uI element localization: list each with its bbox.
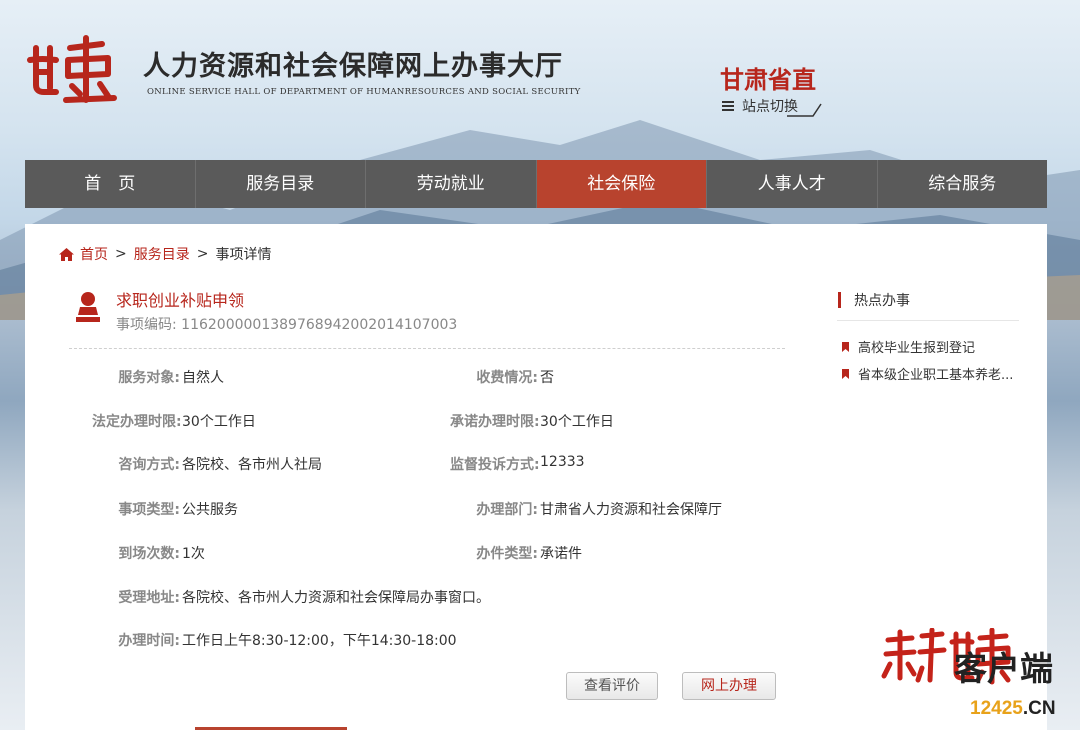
breadcrumb-catalog[interactable]: 服务目录 [134,244,190,264]
gansu-logo [27,35,117,103]
detail-label: 到场次数: [118,546,180,562]
watermark-site-number: 12425 [970,698,1023,719]
detail-service-target: 服务对象: 自然人 [92,367,224,387]
breadcrumb: 首页 > 服务目录 > 事项详情 [59,244,271,264]
switch-underline-icon [787,103,822,117]
site-title: 人力资源和社会保障网上办事大厅 [143,51,563,82]
detail-label: 受理地址: [118,590,180,606]
online-apply-button[interactable]: 网上办理 [682,672,776,700]
detail-label: 承诺办理时限: [450,414,540,430]
hot-item-label: 高校毕业生报到登记 [858,341,976,356]
person-stamp-icon [76,292,100,322]
detail-label: 法定办理时限: [92,414,182,430]
detail-value: 1次 [182,546,205,562]
item-title: 求职创业补贴申领 [116,291,245,310]
breadcrumb-current: 事项详情 [215,247,272,263]
detail-item-type: 事项类型: 公共服务 [92,499,238,519]
detail-label: 办理部门: [476,502,538,518]
home-icon [59,247,74,261]
hot-services-title: 热点办事 [838,290,910,310]
detail-address: 受理地址: 各院校、各市州人力资源和社会保障局办事窗口。 [92,587,490,607]
detail-complaint: 监督投诉方式: 12333 [450,454,585,474]
hot-item[interactable]: 高校毕业生报到登记 [842,337,975,356]
nav-general-services[interactable]: 综合服务 [878,160,1048,208]
detail-value: 公共服务 [182,502,238,518]
hot-divider [837,320,1019,321]
detail-label: 收费情况: [476,370,538,386]
main-nav: 首 页 服务目录 劳动就业 社会保险 人事人才 综合服务 [25,160,1047,208]
detail-label: 办理时间: [118,633,180,649]
detail-consult: 咨询方式: 各院校、各市州人社局 [92,454,322,474]
item-code: 事项编码: 1162000001389768942002014107003 [116,314,457,334]
detail-value: 30个工作日 [540,414,614,430]
nav-personnel[interactable]: 人事人才 [707,160,878,208]
detail-visits: 到场次数: 1次 [92,543,205,563]
divider [69,348,785,349]
nav-service-catalog[interactable]: 服务目录 [196,160,366,208]
detail-value: 甘肃省人力资源和社会保障厅 [540,502,722,518]
detail-label: 咨询方式: [118,457,180,473]
item-code-label: 事项编码: [116,317,177,333]
bookmark-icon [842,341,849,352]
detail-value: 承诺件 [540,546,582,562]
detail-value: 否 [540,370,554,386]
region-name: 甘肃省直 [720,66,816,94]
nav-home[interactable]: 首 页 [25,160,196,208]
detail-legal-time: 法定办理时限: 30个工作日 [92,411,256,431]
detail-value: 12333 [540,454,585,470]
detail-department: 办理部门: 甘肃省人力资源和社会保障厅 [450,499,722,519]
detail-doc-type: 办件类型: 承诺件 [450,543,582,563]
breadcrumb-separator: > [115,246,127,262]
site-subtitle: ONLINE SERVICE HALL OF DEPARTMENT OF HUM… [147,87,581,97]
detail-fee: 收费情况: 否 [450,367,554,387]
nav-employment[interactable]: 劳动就业 [366,160,537,208]
hot-item[interactable]: 省本级企业职工基本养老... [842,364,1013,383]
detail-value: 工作日上午8:30-12:00，下午14:30-18:00 [182,633,457,649]
detail-label: 服务对象: [118,370,180,386]
detail-promised-time: 承诺办理时限: 30个工作日 [450,411,614,431]
watermark-site: 12425.CN [970,698,1056,720]
detail-value: 各院校、各市州人社局 [182,457,322,473]
watermark-site-suffix: .CN [1022,698,1056,719]
breadcrumb-separator: > [196,246,209,262]
item-code-value: 1162000001389768942002014107003 [181,317,458,333]
watermark-app-text: 客户端 [954,649,1053,688]
breadcrumb-home[interactable]: 首页 [80,244,108,264]
detail-label: 事项类型: [118,502,180,518]
detail-hours: 办理时间: 工作日上午8:30-12:00，下午14:30-18:00 [92,630,457,650]
hot-services-label: 热点办事 [854,293,910,309]
title-bar [838,292,841,308]
detail-label: 监督投诉方式: [450,457,540,473]
hot-item-label: 省本级企业职工基本养老... [858,368,1014,383]
detail-label: 办件类型: [476,546,538,562]
nav-social-insurance[interactable]: 社会保险 [536,160,707,208]
bookmark-icon [842,368,849,379]
menu-icon [722,101,734,111]
detail-value: 30个工作日 [182,414,256,430]
view-reviews-button[interactable]: 查看评价 [566,672,658,700]
detail-value: 自然人 [182,370,224,386]
detail-value: 各院校、各市州人力资源和社会保障局办事窗口。 [182,590,490,606]
